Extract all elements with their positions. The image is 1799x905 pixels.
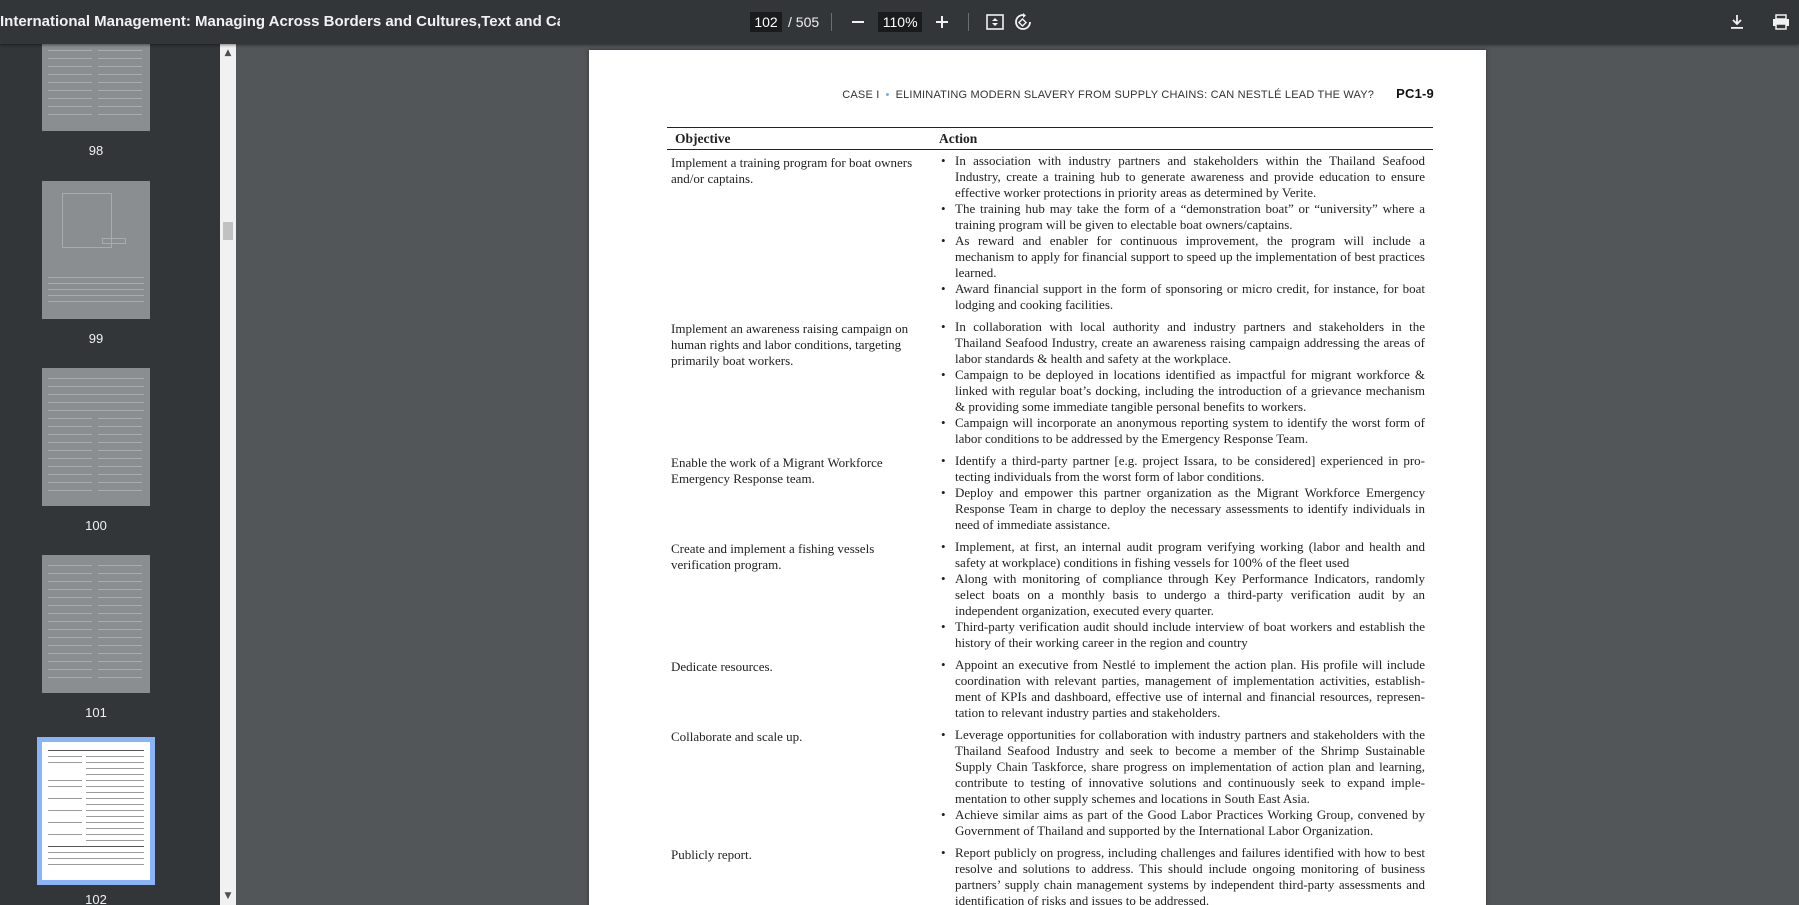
download-button[interactable]	[1723, 8, 1751, 36]
document-title: International Management: Managing Acros…	[0, 13, 560, 30]
header-action: Action	[939, 131, 978, 146]
thumbnail-label: 98	[88, 143, 104, 158]
thumbnail-image	[42, 44, 150, 131]
action-item: Implement, at first, an internal audit p…	[939, 539, 1425, 571]
thumbnail-label: 101	[85, 705, 107, 720]
table-row: Enable the work of a Migrant Workforce E…	[667, 453, 1433, 533]
zoom-in-button[interactable]	[928, 8, 956, 36]
scroll-up-icon[interactable]: ▲	[223, 48, 233, 58]
action-cell: Report publicly on progress, including c…	[939, 845, 1433, 905]
action-item: Deploy and empower this partner organiza…	[939, 485, 1425, 533]
action-item: The training hub may take the form of a …	[939, 201, 1425, 233]
objective-action-table: Objective Action Implement a training pr…	[667, 127, 1433, 905]
toolbar-divider	[968, 13, 970, 31]
action-item: In collaboration with local authority an…	[939, 319, 1425, 367]
running-header: CASE I • ELIMINATING MODERN SLAVERY FROM S…	[589, 86, 1434, 101]
table-row: Implement an awareness raising campaign …	[667, 319, 1433, 447]
objective-cell: Enable the work of a Migrant Workforce E…	[671, 455, 883, 486]
action-item: Campaign to be deployed in locations ide…	[939, 367, 1425, 415]
page-number-input[interactable]: 102	[750, 12, 782, 32]
pdf-page: CASE I • ELIMINATING MODERN SLAVERY FROM S…	[589, 50, 1486, 905]
zoom-out-button[interactable]	[844, 8, 872, 36]
action-cell: Identify a third-party partner [e.g. pro…	[939, 453, 1433, 533]
action-cell: In collaboration with local authority an…	[939, 319, 1433, 447]
objective-cell: Create and implement a fishing vessels v…	[671, 541, 875, 572]
print-icon	[1773, 14, 1789, 30]
table-row: Collaborate and scale up. Leverage oppor…	[667, 727, 1433, 839]
thumbnail-label: 99	[88, 331, 104, 346]
page-number: PC1-9	[1396, 86, 1434, 101]
action-item: As reward and enabler for continuous imp…	[939, 233, 1425, 281]
pdf-toolbar: International Management: Managing Acros…	[0, 0, 1799, 44]
download-icon	[1731, 15, 1743, 29]
objective-cell: Implement an awareness raising campaign …	[671, 321, 909, 368]
action-item: Award financial support in the form of s…	[939, 281, 1425, 313]
rotate-icon	[1015, 13, 1032, 30]
thumbnail-page-99[interactable]: 99	[42, 181, 150, 346]
header-title: ELIMINATING MODERN SLAVERY FROM SUPPLY C…	[895, 89, 1375, 101]
objective-cell: Implement a training program for boat ow…	[671, 155, 913, 186]
zoom-level-input[interactable]: 110%	[878, 12, 923, 32]
thumbnail-image	[42, 181, 150, 319]
action-item: Campaign will incorporate an anonymous r…	[939, 415, 1425, 447]
rotate-button[interactable]	[1009, 8, 1037, 36]
total-pages: / 505	[788, 14, 820, 30]
fit-page-icon	[986, 14, 1004, 30]
objective-cell: Dedicate resources.	[671, 659, 773, 674]
scroll-down-icon[interactable]: ▼	[223, 891, 233, 901]
action-item: In association with industry partners an…	[939, 153, 1425, 201]
table-row: Implement a training program for boat ow…	[667, 153, 1433, 313]
thumbnail-label: 102	[85, 892, 107, 905]
action-cell: Implement, at first, an internal audit p…	[939, 539, 1433, 651]
objective-cell: Collaborate and scale up.	[671, 729, 803, 744]
thumbnail-page-98[interactable]: 98	[42, 44, 150, 158]
thumbnail-page-102[interactable]: 102	[37, 737, 155, 905]
action-item: Identify a third-party partner [e.g. pro…	[939, 453, 1425, 485]
thumbnail-page-101[interactable]: 101	[42, 555, 150, 720]
scrollbar-thumb[interactable]	[223, 222, 233, 240]
action-item: Third-party verification audit should in…	[939, 619, 1425, 651]
thumbnail-image	[42, 555, 150, 693]
table-row: Dedicate resources. Appoint an executive…	[667, 657, 1433, 721]
action-cell: Leverage opportunities for collaboration…	[939, 727, 1433, 839]
thumbnail-label: 100	[85, 518, 107, 533]
action-item: Along with monitoring of compliance thro…	[939, 571, 1425, 619]
table-row: Publicly report. Report publicly on prog…	[667, 845, 1433, 905]
fit-page-button[interactable]	[981, 8, 1009, 36]
action-item: Achieve similar aims as part of the Good…	[939, 807, 1425, 839]
minus-icon	[852, 21, 865, 23]
table-row: Create and implement a fishing vessels v…	[667, 539, 1433, 651]
page-zoom-controls: 102 / 505 110%	[750, 0, 1037, 44]
thumbnail-image-active	[37, 737, 155, 885]
action-item: Appoint an executive from Nestlé to impl…	[939, 657, 1425, 721]
action-item: Report publicly on progress, including c…	[939, 845, 1425, 905]
header-objective: Objective	[675, 131, 731, 146]
action-cell: In association with industry partners an…	[939, 153, 1433, 313]
plus-icon	[936, 16, 949, 28]
sidebar-scrollbar[interactable]: ▲ ▼	[220, 44, 236, 905]
table-header: Objective Action	[667, 128, 1433, 150]
header-dot-icon: •	[885, 89, 890, 101]
thumbnail-sidebar: 98 99 100 101 102	[0, 44, 220, 905]
print-button[interactable]	[1767, 8, 1795, 36]
right-toolbar-controls	[1723, 0, 1799, 44]
toolbar-divider	[831, 13, 833, 31]
action-cell: Appoint an executive from Nestlé to impl…	[939, 657, 1433, 721]
objective-cell: Publicly report.	[671, 847, 752, 862]
header-case: CASE I	[842, 89, 880, 101]
thumbnail-page-100[interactable]: 100	[42, 368, 150, 533]
thumbnail-image	[42, 368, 150, 506]
action-item: Leverage opportunities for collaboration…	[939, 727, 1425, 807]
